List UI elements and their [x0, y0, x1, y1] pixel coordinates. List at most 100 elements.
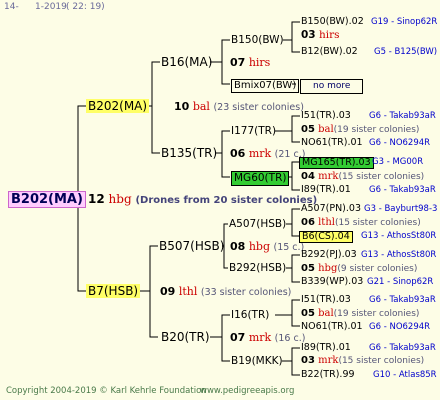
header-time: ( 22: 19): [66, 2, 105, 12]
father-info: 09 lthl (33 sister colonies): [160, 286, 291, 298]
gm-b20-info: 07 mrk (16 c.): [230, 332, 305, 344]
right-name-9[interactable]: B292(PJ).03: [301, 250, 357, 260]
footer-url[interactable]: www.pedigreeapis.org: [200, 387, 294, 396]
i177-note: (19 sister colonies): [333, 125, 420, 135]
right-name-13[interactable]: I89(TR).01: [301, 343, 351, 353]
b292-race: hbg: [318, 263, 338, 274]
right-name-4[interactable]: NO61(TR).01: [301, 138, 363, 148]
right-name-11[interactable]: I51(TR).03: [301, 295, 351, 305]
b19-race: mrk: [318, 355, 339, 366]
b292-note: (9 sister colonies): [337, 264, 418, 274]
mg60-race: mrk: [318, 171, 339, 182]
mother-queen[interactable]: B202(MA): [86, 99, 150, 113]
gm-b20-race: mrk: [248, 331, 272, 344]
b292-info: 05 hbg(9 sister colonies): [301, 264, 417, 274]
gm-b507-gen: 08: [230, 240, 246, 253]
a507-note: (15 sister colonies): [334, 218, 421, 228]
right-ped-9: G13 - AthosSt80R: [361, 250, 437, 260]
g3-b19[interactable]: B19(MKK): [231, 356, 283, 367]
gm-b16-info: 07 hirs: [230, 57, 270, 68]
i16-race: bal: [318, 308, 334, 319]
right-name-2[interactable]: B12(BW).02: [301, 47, 358, 57]
right-ped-5: G3 - MG00R: [372, 157, 424, 167]
gm-b16[interactable]: B16(MA): [161, 56, 212, 68]
b19-gen: 03: [301, 355, 315, 366]
right-name-7[interactable]: A507(PN).03: [301, 204, 361, 214]
b19-note: (15 sister colonies): [338, 356, 425, 366]
right-name-12[interactable]: NO61(TR).01: [301, 322, 363, 332]
i177-gen: 05: [301, 124, 315, 135]
mg60-note: (15 sister colonies): [338, 172, 425, 182]
root-queen[interactable]: B202(MA): [8, 191, 86, 208]
right-ped-3: G6 - Takab93aR: [369, 111, 436, 121]
right-ped-11: G6 - Takab93aR: [369, 295, 436, 305]
root-info: 12 hbg (Drones from 20 sister colonies): [88, 193, 317, 206]
right-ped-6: G6 - Takab93aR: [369, 185, 436, 195]
right-name-3[interactable]: I51(TR).03: [301, 111, 351, 121]
right-name-10[interactable]: B339(WP).03: [301, 277, 363, 287]
g3-b150[interactable]: B150(BW): [231, 35, 284, 46]
gm-b135-race: mrk: [248, 147, 272, 160]
right-ped-8: G13 - AthosSt80R: [361, 231, 437, 241]
g3-mg60[interactable]: MG60(TR): [231, 171, 290, 186]
i16-gen: 05: [301, 308, 315, 319]
right-name-6[interactable]: I89(TR).01: [301, 185, 351, 195]
gm-b507-race: hbg: [248, 240, 270, 253]
right-name-1[interactable]: B150(BW).02: [301, 17, 364, 27]
root-note: (Drones from 20 sister colonies): [135, 195, 318, 206]
right-ped-7: G3 - Bayburt98-3: [364, 204, 438, 214]
b150-info: 03 hirs: [301, 30, 340, 41]
b150-race: hirs: [318, 29, 340, 41]
g3-i177[interactable]: I177(TR): [231, 126, 276, 137]
root-gen: 12: [88, 192, 105, 206]
father-queen[interactable]: B7(HSB): [86, 284, 141, 298]
g3-a507[interactable]: A507(HSB): [229, 219, 286, 230]
b19-info: 03 mrk(15 sister colonies): [301, 356, 424, 366]
right-ped-13: G6 - Takab93aR: [369, 343, 436, 353]
gm-b507-note: (15 c.): [273, 242, 305, 253]
right-name-14[interactable]: B22(TR).99: [301, 370, 355, 380]
father-note: (33 sister colonies): [200, 287, 292, 298]
gm-b507[interactable]: B507(HSB): [159, 240, 224, 252]
right-ped-14: G10 - Atlas85R: [373, 370, 437, 380]
right-ped-10: G21 - Sinop62R: [367, 277, 434, 287]
mg60-info: 04 mrk(15 sister colonies): [301, 172, 424, 182]
root-race: hbg: [108, 192, 132, 206]
i16-note: (19 sister colonies): [333, 309, 420, 319]
a507-info: 06 lthl(15 sister colonies): [301, 218, 421, 228]
gm-b16-race: hirs: [248, 56, 271, 69]
i177-race: bal: [318, 124, 334, 135]
header-left: 14-: [4, 2, 19, 12]
gm-b16-gen: 07: [230, 56, 246, 69]
right-name-5[interactable]: MG165(TR).03: [299, 157, 374, 169]
right-ped-1: G19 - Sinop62R: [371, 17, 438, 27]
gm-b135-gen: 06: [230, 147, 246, 160]
mg60-gen: 04: [301, 171, 315, 182]
mother-gen: 10: [174, 100, 190, 113]
no-more-box: no more: [300, 79, 364, 94]
a507-gen: 06: [301, 217, 315, 228]
b150-gen: 03: [301, 29, 316, 41]
right-ped-2: G5 - B125(BW): [374, 47, 438, 57]
g3-bmix07[interactable]: Bmix07(BW): [231, 79, 300, 93]
b292-gen: 05: [301, 263, 315, 274]
i16-info: 05 bal(19 sister colonies): [301, 309, 419, 319]
right-ped-12: G6 - NO6294R: [369, 322, 431, 332]
gm-b507-info: 08 hbg (15 c.): [230, 241, 304, 253]
mother-race: bal: [192, 100, 210, 113]
gm-b20-gen: 07: [230, 331, 246, 344]
g3-b292[interactable]: B292(HSB): [229, 263, 286, 274]
g3-i16[interactable]: I16(TR): [231, 310, 269, 321]
a507-race: lthl: [318, 217, 335, 228]
gm-b20[interactable]: B20(TR): [161, 331, 210, 343]
footer-copyright: Copyright 2004-2019 © Karl Kehrle Founda…: [6, 386, 207, 396]
mother-info: 10 bal (23 sister colonies): [174, 101, 304, 113]
i177-info: 05 bal(19 sister colonies): [301, 125, 419, 135]
right-ped-4: G6 - NO6294R: [369, 138, 431, 148]
header-date: 1-2019: [35, 2, 67, 12]
father-gen: 09: [160, 285, 176, 298]
right-name-8[interactable]: B6(CS).04: [299, 231, 353, 243]
gm-b135-info: 06 mrk (21 c.): [230, 148, 305, 160]
pedigree-chart: { "header": {"left": "14-", "date": "1-2…: [0, 0, 440, 400]
gm-b135[interactable]: B135(TR): [161, 147, 217, 159]
